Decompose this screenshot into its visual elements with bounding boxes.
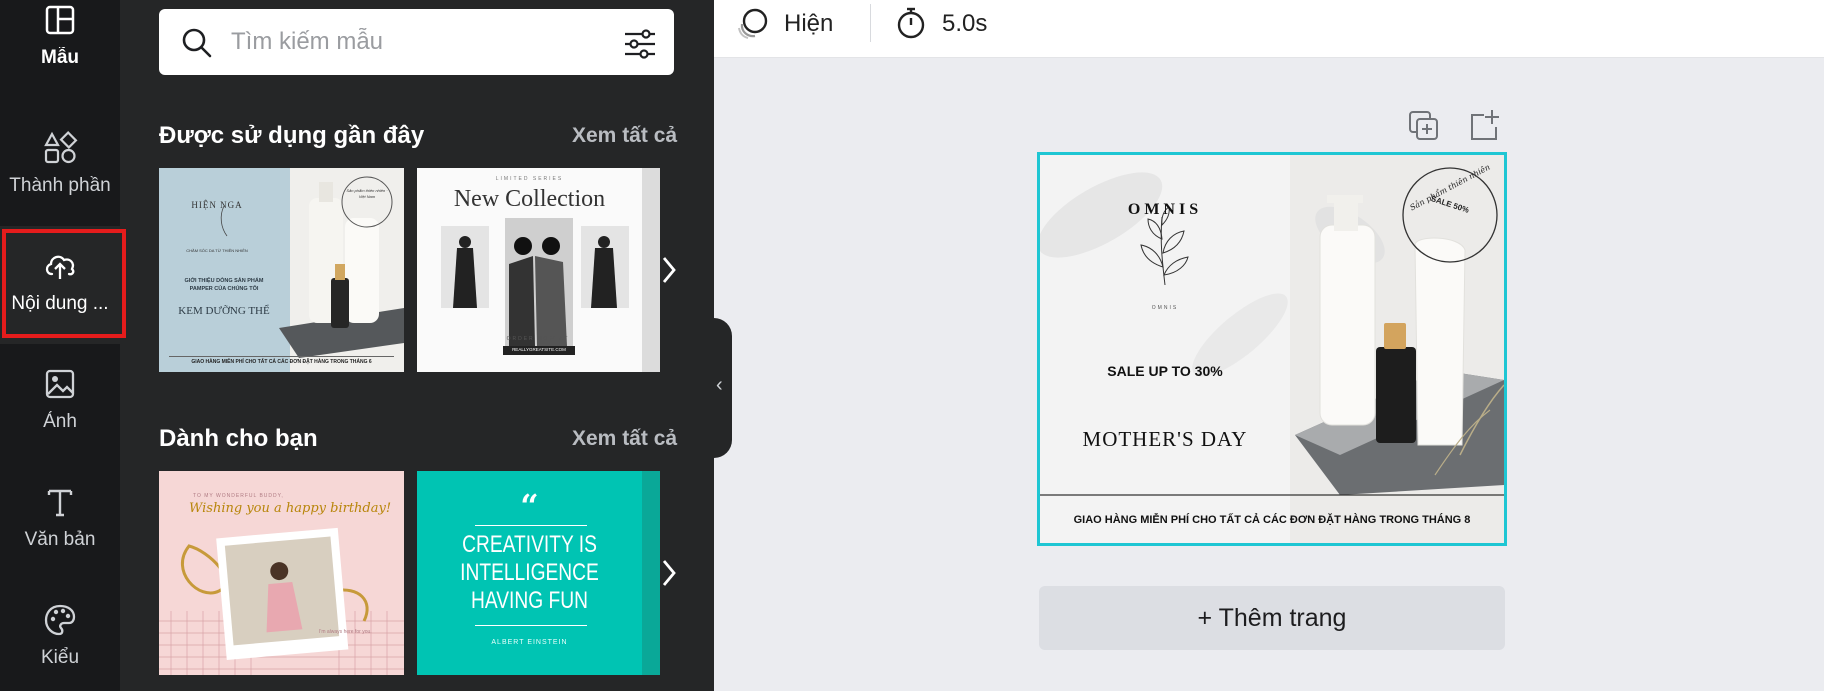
recent-next-arrow[interactable] bbox=[660, 250, 678, 290]
thumb1-product: KEM DƯỠNG THỂ bbox=[178, 305, 270, 317]
rail-item-photos[interactable]: Ảnh bbox=[0, 344, 120, 462]
side-rail: Mẫu Thành phần Nội dung ... Ảnh Văn bản … bbox=[0, 0, 120, 691]
rail-item-uploads[interactable]: Nội dung ... bbox=[0, 226, 120, 344]
toolbar-separator bbox=[870, 4, 871, 42]
chevron-left-icon: ‹ bbox=[716, 374, 723, 396]
rail-item-text[interactable]: Văn bản bbox=[0, 462, 120, 580]
image-icon bbox=[45, 369, 75, 399]
thumb4-author: ALBERT EINSTEIN bbox=[491, 639, 568, 646]
foryou-next-arrow[interactable] bbox=[660, 553, 678, 593]
thumb4-rule-bottom bbox=[475, 625, 587, 626]
chevron-right-icon bbox=[662, 257, 676, 283]
design-brand-small: OMNIS bbox=[1151, 305, 1179, 311]
rail-label-elements: Thành phần bbox=[9, 175, 111, 196]
foryou-section-title: Dành cho bạn bbox=[159, 425, 318, 452]
rail-label-uploads: Nội dung ... bbox=[11, 293, 109, 314]
search-bar[interactable] bbox=[159, 9, 674, 75]
rail-item-styles[interactable]: Kiểu bbox=[0, 580, 120, 691]
thumb1-brand-sub: CHĂM SÓC DA TỪ THIÊN NHIÊN bbox=[186, 248, 248, 253]
design-sale-text: SALE UP TO 30% bbox=[1107, 363, 1223, 379]
add-page-icon[interactable] bbox=[1466, 108, 1502, 144]
rail-label-photos: Ảnh bbox=[43, 411, 77, 432]
template-thumb-hien-nga[interactable]: HIỆN NGA CHĂM SÓC DA TỪ THIÊN NHIÊN Sản … bbox=[159, 168, 404, 372]
rail-item-elements[interactable]: Thành phần bbox=[0, 108, 120, 226]
design-title: MOTHER'S DAY bbox=[1082, 427, 1248, 451]
thumb4-quote-mark: “ bbox=[520, 487, 539, 525]
thumb3-script: Wishing you a happy birthday! bbox=[189, 501, 392, 516]
thumb1-footer: GIAO HÀNG MIỄN PHÍ CHO TẤT CẢ CÁC ĐƠN ĐẶ… bbox=[191, 359, 372, 365]
rail-label-text: Văn bản bbox=[24, 529, 96, 550]
canva-editor: Mẫu Thành phần Nội dung ... Ảnh Văn bản … bbox=[0, 0, 1824, 691]
thumb1-intro-2: PAMPER CỦA CHÚNG TÔI bbox=[189, 286, 259, 292]
design-footer: GIAO HÀNG MIỄN PHÍ CHO TẤT CẢ CÁC ĐƠN ĐẶ… bbox=[1073, 514, 1471, 526]
timer-icon bbox=[897, 7, 925, 39]
thumb3-kicker: TO MY WONDERFUL BUDDY, bbox=[193, 493, 284, 499]
animation-icon bbox=[738, 8, 768, 39]
design-canvas[interactable]: OMNIS OMNIS SALE UP TO 30% MOTHER'S DAY … bbox=[1037, 152, 1507, 546]
design-brand: OMNIS bbox=[1127, 201, 1203, 218]
palette-icon bbox=[44, 604, 76, 636]
recent-see-all-link[interactable]: Xem tất cả bbox=[572, 124, 677, 148]
template-thumb-new-collection[interactable]: LIMITED SERIES New Collection ORDER NOW … bbox=[417, 168, 660, 372]
rail-label-templates: Mẫu bbox=[41, 47, 79, 68]
duration-label: 5.0s bbox=[942, 10, 988, 37]
cloud-upload-icon bbox=[45, 255, 75, 279]
text-icon bbox=[47, 489, 73, 517]
recent-section-title: Được sử dụng gần đây bbox=[159, 122, 425, 149]
thumb3-note: I'm always here for you. bbox=[319, 629, 372, 635]
chevron-right-icon bbox=[662, 560, 676, 586]
editor-toolbar: Hiện 5.0s bbox=[714, 0, 1824, 58]
filter-icon[interactable] bbox=[623, 27, 657, 61]
thumb1-brand: HIỆN NGA bbox=[191, 200, 243, 210]
add-page-button[interactable]: + Thêm trang bbox=[1039, 586, 1505, 650]
thumb4-line3: HAVING FUN bbox=[471, 587, 588, 614]
thumb1-intro: GIỚI THIỆU DÒNG SẢN PHẨM bbox=[184, 278, 264, 284]
thumb2-title: New Collection bbox=[453, 186, 606, 212]
thumb4-rule-top bbox=[475, 525, 587, 526]
rail-item-templates[interactable]: Mẫu bbox=[0, 0, 120, 98]
duplicate-page-icon[interactable] bbox=[1406, 108, 1442, 144]
search-input[interactable] bbox=[231, 23, 591, 61]
thumb2-url: REALLYGREATSITE.COM bbox=[512, 347, 566, 352]
template-thumb-creativity[interactable]: “ CREATIVITY IS INTELLIGENCE HAVING FUN … bbox=[417, 471, 660, 675]
rail-label-styles: Kiểu bbox=[40, 647, 80, 668]
panel-collapse-handle[interactable]: ‹ bbox=[714, 318, 732, 458]
template-thumb-birthday[interactable]: TO MY WONDERFUL BUDDY, Wishing you a hap… bbox=[159, 471, 404, 675]
thumb4-line1: CREATIVITY IS bbox=[462, 531, 597, 558]
thumb1-stamp: Sản phẩm thiên nhiên · Việt Nam bbox=[346, 188, 388, 199]
thumb2-order: ORDER NOW AT bbox=[506, 336, 570, 342]
elements-icon bbox=[44, 131, 78, 164]
thumb2-kicker: LIMITED SERIES bbox=[495, 176, 564, 182]
visibility-label: Hiện bbox=[784, 10, 834, 37]
foryou-see-all-link[interactable]: Xem tất cả bbox=[572, 427, 677, 451]
thumb4-line2: INTELLIGENCE bbox=[460, 559, 599, 586]
template-icon bbox=[45, 5, 75, 35]
search-icon bbox=[182, 28, 212, 58]
thumb4-edge bbox=[642, 471, 660, 675]
